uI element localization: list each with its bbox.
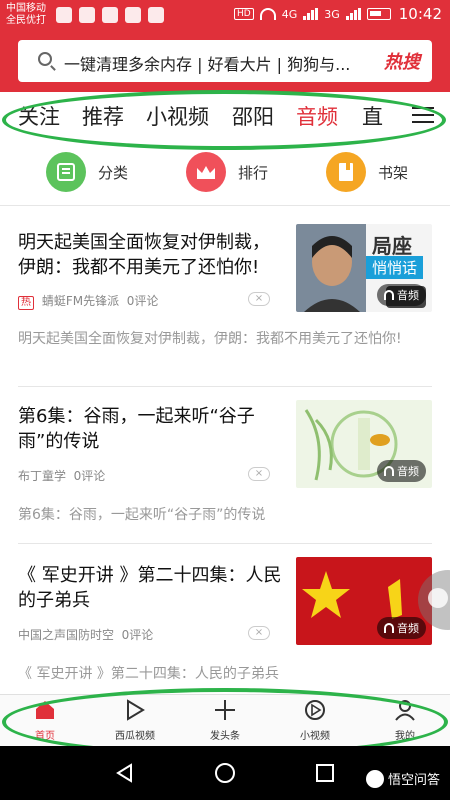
article-description: 第6集：谷雨，一起来听“谷子雨”的传说 bbox=[18, 507, 266, 523]
article-title[interactable]: 明天起美国全面恢复对伊制裁，伊朗：我都不用美元了还怕你! bbox=[18, 230, 283, 280]
carrier-sub: 全民优打 bbox=[6, 15, 46, 26]
article-thumbnail[interactable]: 音频 bbox=[296, 557, 432, 645]
article-thumbnail[interactable]: 局座 悄悄话 音频 bbox=[296, 224, 432, 312]
back-icon[interactable] bbox=[115, 763, 135, 783]
hot-tag: 热 bbox=[18, 296, 34, 310]
article-title[interactable]: 《 军史开讲 》第二十四集：人民的子弟兵 bbox=[18, 563, 283, 613]
category-label: 分类 bbox=[98, 163, 129, 182]
hd-badge: HD bbox=[234, 8, 254, 20]
dislike-button[interactable]: × bbox=[248, 467, 270, 481]
wifi-icon bbox=[259, 8, 276, 20]
hot-search-button[interactable]: 热搜 bbox=[384, 48, 420, 74]
article-comments: 0评论 bbox=[73, 469, 106, 483]
article-source: 布丁童学 bbox=[18, 469, 67, 483]
network-type-4g: 4G bbox=[281, 7, 298, 21]
feed-item[interactable]: 明天起美国全面恢复对伊制裁，伊朗：我都不用美元了还怕你! 热 蜻蜓FM先锋派 0… bbox=[18, 222, 432, 386]
bookshelf-label: 书架 bbox=[378, 163, 409, 182]
network-type-3g: 3G bbox=[324, 7, 340, 21]
list-icon bbox=[46, 152, 86, 192]
divider bbox=[18, 386, 432, 387]
article-meta: 中国之声国防时空 0评论 bbox=[18, 626, 153, 643]
headphones-icon bbox=[384, 466, 394, 476]
notification-icons bbox=[56, 7, 164, 23]
headphones-icon bbox=[384, 290, 394, 300]
article-comments: 0评论 bbox=[121, 628, 154, 642]
news-notification-icon bbox=[148, 7, 164, 23]
headphones-icon bbox=[384, 623, 394, 633]
status-bar: 中国移动 全民优打 HD 4G 3G 10:42 bbox=[0, 0, 450, 32]
dislike-button[interactable]: × bbox=[248, 292, 270, 306]
search-icon bbox=[38, 52, 52, 66]
article-meta: 布丁童学 0评论 bbox=[18, 467, 105, 484]
audio-badge-label: 音频 bbox=[397, 622, 419, 635]
ranking-button[interactable]: 排行 bbox=[186, 152, 268, 192]
carrier-name: 中国移动 bbox=[6, 3, 46, 14]
status-right: HD 4G 3G 10:42 bbox=[234, 5, 442, 23]
search-input[interactable]: 一键清理多余内存 | 好看大片 | 狗狗与... bbox=[64, 51, 364, 75]
audio-sub-categories: 分类 排行 书架 bbox=[0, 146, 450, 206]
thumb-subtitle: 悄悄话 bbox=[366, 256, 424, 279]
recents-icon[interactable] bbox=[315, 763, 335, 783]
wukong-logo-icon bbox=[365, 769, 384, 788]
article-source: 蜻蜓FM先锋派 bbox=[41, 294, 120, 308]
bookshelf-button[interactable]: 书架 bbox=[326, 152, 408, 192]
category-button[interactable]: 分类 bbox=[46, 152, 128, 192]
dislike-button[interactable]: × bbox=[248, 626, 270, 640]
signal-icon bbox=[303, 8, 319, 20]
app-screen: 中国移动 全民优打 HD 4G 3G 10:42 一键清理多余内存 | 好看大片… bbox=[0, 0, 450, 800]
feed-item[interactable]: 《 军史开讲 》第二十四集：人民的子弟兵 中国之声国防时空 0评论 × 音频 《… bbox=[18, 547, 432, 694]
article-title[interactable]: 第6集：谷雨，一起来听“谷子雨”的传说 bbox=[18, 404, 283, 454]
crown-icon bbox=[186, 152, 226, 192]
article-description: 《 军史开讲 》第二十四集：人民的子弟兵 bbox=[18, 666, 279, 682]
divider bbox=[18, 543, 432, 544]
article-description: 明天起美国全面恢复对伊制裁，伊朗：我都不用美元了还怕你! bbox=[18, 331, 402, 347]
clock: 10:42 bbox=[398, 5, 442, 23]
rss-notification-icon bbox=[102, 7, 118, 23]
watermark: 悟空问答 bbox=[365, 769, 440, 788]
shield-notification-icon bbox=[79, 7, 95, 23]
tabs-annotation-oval bbox=[2, 90, 446, 150]
carrier-info: 中国移动 全民优打 bbox=[6, 3, 46, 27]
audio-badge: 音频 bbox=[377, 460, 426, 482]
audio-badge: 音频 bbox=[377, 284, 426, 306]
article-comments: 0评论 bbox=[126, 294, 159, 308]
signal-icon-2 bbox=[345, 8, 361, 20]
audio-badge-label: 音频 bbox=[397, 465, 419, 478]
search-header: 一键清理多余内存 | 好看大片 | 狗狗与... 热搜 bbox=[0, 32, 450, 92]
home-circle-icon[interactable] bbox=[214, 762, 236, 784]
paper-plane-notification-icon bbox=[125, 7, 141, 23]
book-icon bbox=[326, 152, 366, 192]
app-notification-icon bbox=[56, 7, 72, 23]
article-meta: 热 蜻蜓FM先锋派 0评论 bbox=[18, 292, 158, 310]
audio-badge: 音频 bbox=[377, 617, 426, 639]
article-thumbnail[interactable]: 音频 bbox=[296, 400, 432, 488]
feed-item[interactable]: 第6集：谷雨，一起来听“谷子雨”的传说 布丁童学 0评论 × 音频 第6集：谷雨… bbox=[18, 390, 432, 540]
thumb-title: 局座 bbox=[372, 234, 412, 258]
audio-badge-label: 音频 bbox=[397, 289, 419, 302]
battery-icon bbox=[366, 8, 391, 20]
ranking-label: 排行 bbox=[238, 163, 269, 182]
article-source: 中国之声国防时空 bbox=[18, 628, 115, 642]
watermark-text: 悟空问答 bbox=[387, 773, 440, 788]
search-bar[interactable]: 一键清理多余内存 | 好看大片 | 狗狗与... 热搜 bbox=[18, 40, 432, 82]
